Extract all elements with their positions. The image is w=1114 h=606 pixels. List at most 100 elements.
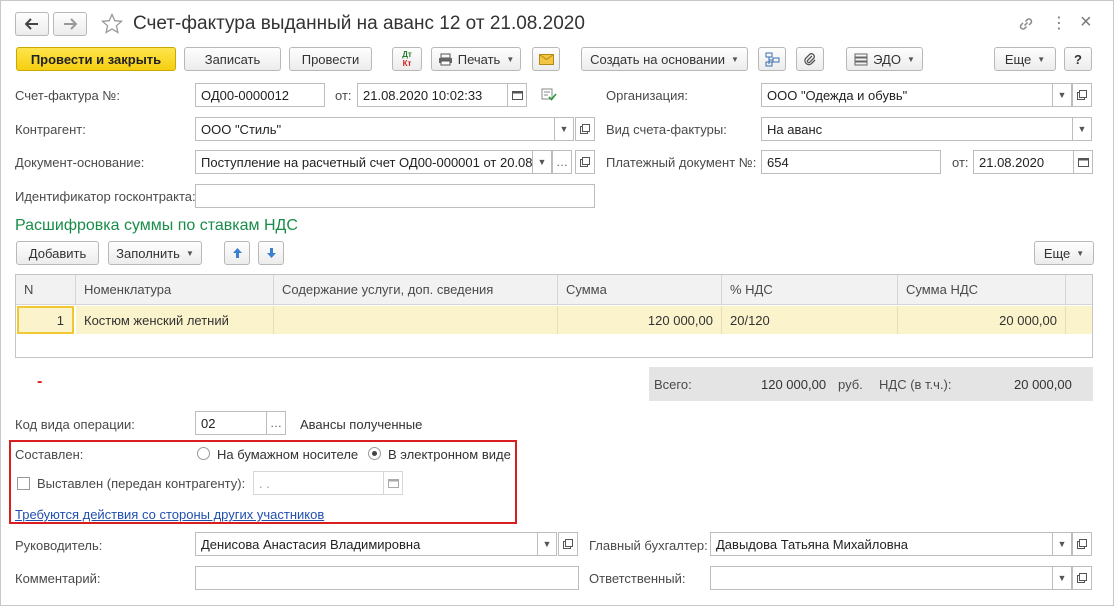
document-check-icon[interactable] xyxy=(541,87,557,101)
email-button[interactable] xyxy=(532,47,560,71)
table-cell-n[interactable]: 1 xyxy=(17,306,74,334)
issued-label[interactable]: Выставлен (передан контрагенту): xyxy=(37,476,245,491)
table-cell-item[interactable]: Костюм женский летний xyxy=(76,306,274,334)
comment-field[interactable] xyxy=(195,566,579,590)
document-window: Счет-фактура выданный на аванс 12 от 21.… xyxy=(0,0,1114,606)
attach-button[interactable] xyxy=(796,47,824,71)
table-more-label: Еще xyxy=(1043,245,1071,261)
edo-label: ЭДО xyxy=(873,51,901,67)
paper-radio-label[interactable]: На бумажном носителе xyxy=(217,447,358,462)
chevron-down-icon: ▼ xyxy=(1057,573,1067,583)
payment-document-label: Платежный документ №: xyxy=(606,155,757,170)
total-label: Всего: xyxy=(654,377,692,392)
calendar-icon xyxy=(511,91,523,100)
column-header-n[interactable]: N xyxy=(16,275,76,305)
chevron-down-icon: ▼ xyxy=(1037,54,1046,64)
responsible-field[interactable] xyxy=(710,566,1053,590)
chief-accountant-field[interactable]: Давыдова Татьяна Михайловна xyxy=(710,532,1053,556)
organization-open-button[interactable] xyxy=(1072,83,1092,107)
chevron-down-icon: ▼ xyxy=(1057,90,1067,100)
payment-date-field[interactable]: 21.08.2020 xyxy=(973,150,1075,174)
counterparty-open-button[interactable] xyxy=(575,117,595,141)
issued-checkbox[interactable] xyxy=(17,477,30,490)
head-dropdown[interactable]: ▼ xyxy=(537,532,557,556)
required-actions-link[interactable]: Требуются действия со стороны других уча… xyxy=(15,507,324,522)
structure-icon xyxy=(765,52,779,66)
comment-label: Комментарий: xyxy=(15,571,101,586)
chief-accountant-dropdown[interactable]: ▼ xyxy=(1052,532,1072,556)
column-header-item[interactable]: Номенклатура xyxy=(76,275,274,305)
open-icon xyxy=(1077,90,1087,100)
print-label: Печать xyxy=(457,51,501,67)
responsible-open-button[interactable] xyxy=(1072,566,1092,590)
fill-label: Заполнить xyxy=(116,245,180,261)
calendar-button[interactable] xyxy=(507,83,527,107)
invoice-date-label: от: xyxy=(335,88,352,103)
issued-calendar-button[interactable] xyxy=(383,471,403,495)
column-header-sum[interactable]: Сумма xyxy=(558,275,722,305)
head-field[interactable]: Денисова Анастасия Владимировна xyxy=(195,532,538,556)
base-document-select-button[interactable]: … xyxy=(552,150,572,174)
table-cell-vat-sum[interactable]: 20 000,00 xyxy=(898,306,1066,334)
table-more-button[interactable]: Еще ▼ xyxy=(1034,241,1094,265)
operation-code-select-button[interactable]: … xyxy=(266,411,286,435)
invoice-kind-dropdown[interactable]: ▼ xyxy=(1072,117,1092,141)
chief-accountant-open-button[interactable] xyxy=(1072,532,1092,556)
base-document-dropdown[interactable]: ▼ xyxy=(532,150,552,174)
open-icon xyxy=(580,124,590,134)
electronic-radio[interactable] xyxy=(368,447,381,460)
responsible-dropdown[interactable]: ▼ xyxy=(1052,566,1072,590)
counterparty-dropdown[interactable]: ▼ xyxy=(554,117,574,141)
chevron-down-icon: ▼ xyxy=(185,248,194,258)
back-button[interactable] xyxy=(15,12,49,36)
electronic-radio-label[interactable]: В электронном виде xyxy=(388,447,511,462)
total-vat-label: НДС (в т.ч.): xyxy=(879,377,952,392)
base-document-field[interactable]: Поступление на расчетный счет ОД00-00000… xyxy=(195,150,533,174)
column-header-vat-sum[interactable]: Сумма НДС xyxy=(898,275,1066,305)
chief-accountant-label: Главный бухгалтер: xyxy=(589,538,708,553)
invoice-kind-field[interactable]: На аванс xyxy=(761,117,1074,141)
paper-radio[interactable] xyxy=(197,447,210,460)
star-icon[interactable] xyxy=(101,13,123,35)
fill-button[interactable]: Заполнить ▼ xyxy=(108,241,202,265)
column-header-vat-rate[interactable]: % НДС xyxy=(722,275,898,305)
payment-calendar-button[interactable] xyxy=(1073,150,1093,174)
arrow-right-icon xyxy=(64,18,77,30)
column-header-content[interactable]: Содержание услуги, доп. сведения xyxy=(274,275,558,305)
counterparty-field[interactable]: ООО "Стиль" xyxy=(195,117,555,141)
calendar-icon xyxy=(387,479,399,488)
invoice-number-field[interactable]: ОД00-0000012 xyxy=(195,83,325,107)
paperclip-icon xyxy=(804,52,816,65)
table-cell-content[interactable] xyxy=(274,306,558,334)
table-cell-sum[interactable]: 120 000,00 xyxy=(558,306,722,334)
edo-button[interactable]: ЭДО ▼ xyxy=(846,47,923,71)
gov-contract-field[interactable] xyxy=(195,184,595,208)
payment-document-field[interactable]: 654 xyxy=(761,150,941,174)
move-up-button[interactable] xyxy=(224,241,250,265)
post-button[interactable]: Провести xyxy=(289,47,372,71)
structure-button[interactable] xyxy=(758,47,786,71)
organization-dropdown[interactable]: ▼ xyxy=(1052,83,1072,107)
help-button[interactable]: ? xyxy=(1064,47,1092,71)
more-button[interactable]: Еще ▼ xyxy=(994,47,1056,71)
add-row-button[interactable]: Добавить xyxy=(16,241,99,265)
operation-code-field[interactable]: 02 xyxy=(195,411,267,435)
kebab-icon[interactable]: ⋮ xyxy=(1051,13,1067,33)
save-button[interactable]: Записать xyxy=(184,47,281,71)
base-document-open-button[interactable] xyxy=(575,150,595,174)
link-icon[interactable] xyxy=(1017,15,1035,33)
dt-kt-button[interactable]: Дт Кт xyxy=(392,47,422,71)
create-based-on-button[interactable]: Создать на основании ▼ xyxy=(581,47,748,71)
forward-button[interactable] xyxy=(53,12,87,36)
head-open-button[interactable] xyxy=(558,532,578,556)
invoice-date-field[interactable]: 21.08.2020 10:02:33 xyxy=(357,83,509,107)
post-and-close-button[interactable]: Провести и закрыть xyxy=(16,47,176,71)
print-button[interactable]: Печать ▼ xyxy=(431,47,521,71)
open-icon xyxy=(580,157,590,167)
close-icon[interactable]: × xyxy=(1080,11,1092,34)
calendar-icon xyxy=(1077,158,1089,167)
table-cell-vat-rate[interactable]: 20/120 xyxy=(722,306,898,334)
issued-date-field[interactable]: . . xyxy=(253,471,385,495)
move-down-button[interactable] xyxy=(258,241,284,265)
organization-field[interactable]: ООО "Одежда и обувь" xyxy=(761,83,1054,107)
